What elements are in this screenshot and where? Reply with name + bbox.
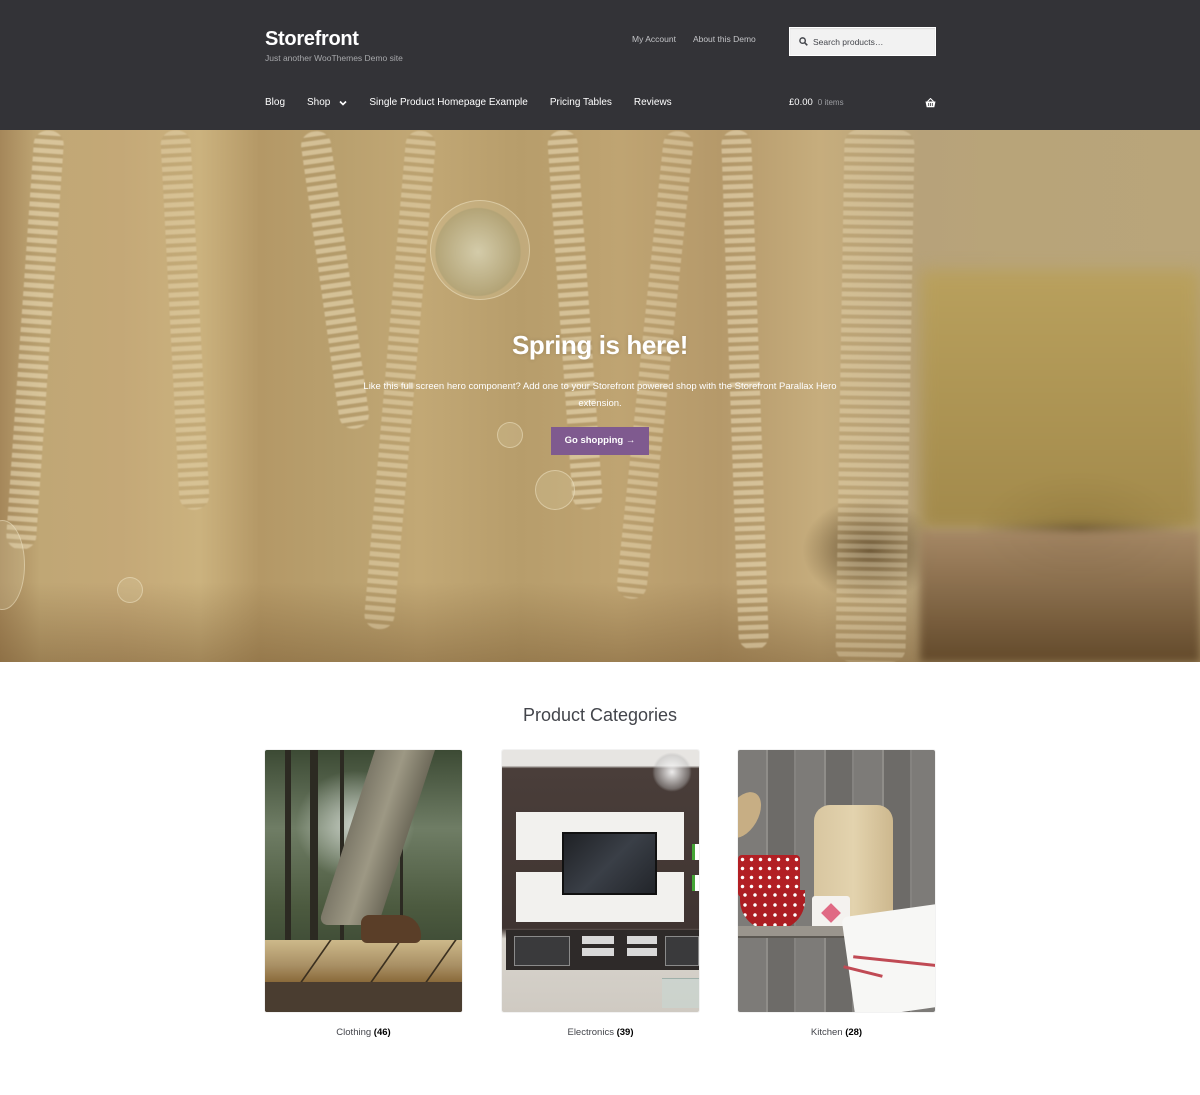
- category-name: Clothing: [336, 1027, 372, 1038]
- primary-navigation: Blog Shop Single Product Homepage Exampl…: [265, 97, 694, 108]
- image-drawer: [665, 936, 699, 966]
- category-clothing-image[interactable]: [265, 750, 462, 1012]
- nav-single-product-homepage[interactable]: Single Product Homepage Example: [369, 97, 527, 108]
- image-glass-table: [662, 978, 699, 1008]
- image-drawer: [514, 936, 570, 966]
- image-boot: [361, 915, 421, 943]
- image-ground: [265, 982, 462, 1012]
- go-shopping-button[interactable]: Go shopping →: [550, 427, 650, 455]
- nav-single-product-label: Single Product Homepage Example: [369, 97, 528, 108]
- image-av-device: [582, 948, 614, 956]
- hero-content: Spring is here! Like this full screen he…: [0, 330, 1200, 455]
- nav-blog-label: Blog: [265, 97, 286, 108]
- image-picture-frame: [692, 844, 699, 860]
- image-tree: [285, 750, 291, 940]
- nav-reviews-label: Reviews: [633, 97, 672, 108]
- site-description: Just another WooThemes Demo site: [265, 53, 403, 63]
- category-clothing[interactable]: Clothing (46): [265, 750, 462, 1038]
- hero-bead: [117, 577, 143, 603]
- cart-amount: £0.00: [789, 97, 813, 108]
- secondary-navigation: My Account About this Demo: [632, 34, 756, 44]
- nav-shop[interactable]: Shop: [307, 97, 347, 108]
- nav-my-account[interactable]: My Account: [632, 34, 676, 44]
- category-electronics[interactable]: Electronics (39): [502, 750, 699, 1038]
- category-count: (28): [845, 1027, 863, 1038]
- hero-banner: Spring is here! Like this full screen he…: [0, 130, 1200, 662]
- category-label: Kitchen (28): [738, 1027, 935, 1038]
- product-search: [789, 27, 936, 56]
- image-plank: [265, 940, 462, 982]
- nav-about-demo[interactable]: About this Demo: [693, 34, 756, 44]
- image-chandelier: [652, 752, 692, 792]
- image-spoon: [738, 785, 769, 845]
- image-av-device: [582, 936, 614, 944]
- hero-title: Spring is here!: [511, 330, 689, 360]
- site-branding: Storefront Just another WooThemes Demo s…: [265, 27, 403, 63]
- category-kitchen-image[interactable]: [738, 750, 935, 1012]
- nav-reviews[interactable]: Reviews: [634, 97, 672, 108]
- search-input[interactable]: [813, 36, 933, 47]
- search-icon: [799, 37, 808, 46]
- nav-shop-label: Shop: [307, 97, 331, 108]
- category-kitchen[interactable]: Kitchen (28): [738, 750, 935, 1038]
- hero-bead: [535, 470, 575, 510]
- image-av-device: [627, 936, 657, 944]
- category-count: (39): [616, 1027, 634, 1038]
- category-count: (46): [373, 1027, 391, 1038]
- nav-pricing-label: Pricing Tables: [549, 97, 612, 108]
- image-av-device: [627, 948, 657, 956]
- chevron-down-icon[interactable]: [339, 99, 347, 107]
- nav-blog[interactable]: Blog: [265, 97, 285, 108]
- basket-icon: [925, 97, 936, 107]
- nav-pricing-tables[interactable]: Pricing Tables: [550, 97, 612, 108]
- hero-description: Like this full screen hero component? Ad…: [363, 381, 837, 409]
- category-label: Electronics (39): [502, 1027, 699, 1038]
- category-name: Kitchen: [810, 1027, 843, 1038]
- site-title-link[interactable]: Storefront: [265, 27, 403, 51]
- category-electronics-image[interactable]: [502, 750, 699, 1012]
- product-categories-title: Product Categories: [522, 705, 678, 725]
- site-header: Storefront Just another WooThemes Demo s…: [0, 0, 1200, 130]
- image-bowl: [740, 890, 805, 930]
- cart-link[interactable]: £0.00 0 items: [789, 97, 936, 108]
- category-name: Electronics: [567, 1027, 614, 1038]
- image-tree: [310, 750, 318, 940]
- image-picture-frame: [692, 875, 699, 891]
- cart-count: 0 items: [817, 98, 844, 107]
- hero-bead: [430, 200, 530, 300]
- category-label: Clothing (46): [265, 1027, 462, 1038]
- image-tv: [562, 832, 657, 895]
